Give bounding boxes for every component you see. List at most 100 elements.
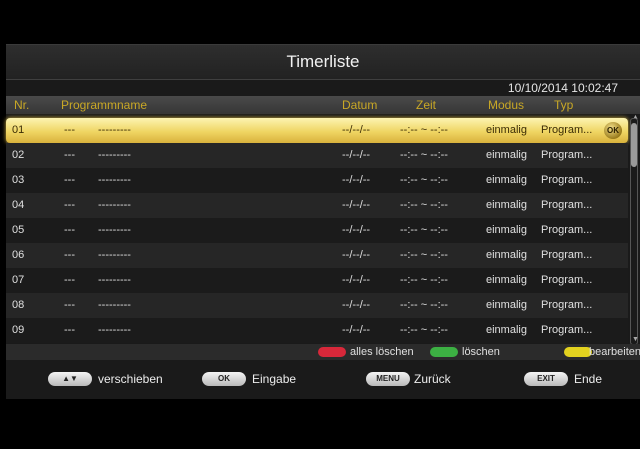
move-hint-label: verschieben [98, 372, 163, 386]
row-type: Program... [541, 124, 593, 136]
green-key-icon [430, 347, 458, 357]
row-nr: 08 [12, 299, 25, 311]
row-program-number: --- [64, 199, 75, 211]
row-mode: einmalig [486, 149, 527, 161]
column-header-zeit: Zeit [416, 98, 437, 112]
green-key-label[interactable]: löschen [462, 344, 500, 360]
scrollbar-thumb[interactable] [631, 123, 637, 167]
row-time: --:-- ~ --:-- [400, 299, 448, 311]
table-row[interactable]: 07 --- --------- --/--/-- --:-- ~ --:-- … [6, 268, 628, 293]
row-time: --:-- ~ --:-- [400, 274, 448, 286]
row-program-name: --------- [98, 149, 131, 161]
table-row[interactable]: 02 --- --------- --/--/-- --:-- ~ --:-- … [6, 143, 628, 168]
row-program-name: --------- [98, 324, 131, 336]
table-row[interactable]: 06 --- --------- --/--/-- --:-- ~ --:-- … [6, 243, 628, 268]
menu-key-icon: MENU [366, 372, 410, 386]
end-hint-label: Ende [574, 372, 603, 386]
page-title: Timerliste [6, 44, 640, 80]
row-mode: einmalig [486, 174, 527, 186]
row-time: --:-- ~ --:-- [400, 324, 448, 336]
table-row[interactable]: 04 --- --------- --/--/-- --:-- ~ --:-- … [6, 193, 628, 218]
row-mode: einmalig [486, 249, 527, 261]
row-time: --:-- ~ --:-- [400, 224, 448, 236]
row-time: --:-- ~ --:-- [400, 199, 448, 211]
timer-table: 01 --- --------- --/--/-- --:-- ~ --:-- … [6, 118, 628, 343]
row-time: --:-- ~ --:-- [400, 174, 448, 186]
row-mode: einmalig [486, 224, 527, 236]
row-date: --/--/-- [342, 299, 371, 311]
timer-list-screen: Timerliste 10/10/2014 10:02:47 Nr. Progr… [6, 44, 640, 399]
scrollbar[interactable] [630, 118, 638, 345]
row-time: --:-- ~ --:-- [400, 249, 448, 261]
back-hint-label: Zurück [414, 372, 451, 386]
row-nr: 02 [12, 149, 25, 161]
row-program-name: --------- [98, 299, 131, 311]
table-header: Nr. Programmname Datum Zeit Modus Typ [6, 96, 640, 114]
table-row[interactable]: 08 --- --------- --/--/-- --:-- ~ --:-- … [6, 293, 628, 318]
row-program-number: --- [64, 274, 75, 286]
row-time: --:-- ~ --:-- [400, 124, 448, 136]
column-header-typ: Typ [554, 98, 574, 112]
row-date: --/--/-- [342, 124, 371, 136]
row-mode: einmalig [486, 124, 527, 136]
row-time: --:-- ~ --:-- [400, 149, 448, 161]
row-nr: 07 [12, 274, 25, 286]
row-date: --/--/-- [342, 199, 371, 211]
row-type: Program... [541, 224, 593, 236]
yellow-key-icon [564, 347, 592, 357]
row-mode: einmalig [486, 324, 527, 336]
row-program-number: --- [64, 324, 75, 336]
row-type: Program... [541, 299, 593, 311]
row-mode: einmalig [486, 199, 527, 211]
table-row[interactable]: 05 --- --------- --/--/-- --:-- ~ --:-- … [6, 218, 628, 243]
row-type: Program... [541, 324, 593, 336]
row-type: Program... [541, 149, 593, 161]
row-type: Program... [541, 199, 593, 211]
row-program-name: --------- [98, 199, 131, 211]
row-mode: einmalig [486, 299, 527, 311]
scroll-down-arrow-icon[interactable]: ▼ [632, 336, 639, 343]
row-date: --/--/-- [342, 224, 371, 236]
row-type: Program... [541, 274, 593, 286]
row-nr: 01 [12, 124, 25, 136]
row-program-name: --------- [98, 274, 131, 286]
top-black-band [0, 0, 640, 44]
column-header-programmname: Programmname [61, 98, 148, 112]
row-mode: einmalig [486, 274, 527, 286]
red-key-icon [318, 347, 346, 357]
yellow-key-label[interactable]: bearbeiten [589, 344, 640, 360]
row-program-number: --- [64, 249, 75, 261]
color-key-legend: alles löschen löschen bearbeiten [6, 344, 640, 360]
column-header-nr: Nr. [14, 98, 30, 112]
row-nr: 06 [12, 249, 25, 261]
row-program-number: --- [64, 174, 75, 186]
exit-key-icon: EXIT [524, 372, 568, 386]
row-program-name: --------- [98, 224, 131, 236]
row-program-number: --- [64, 224, 75, 236]
row-date: --/--/-- [342, 174, 371, 186]
ok-button-icon[interactable]: OK [604, 122, 622, 139]
row-nr: 09 [12, 324, 25, 336]
red-key-label[interactable]: alles löschen [350, 344, 414, 360]
table-row[interactable]: 01 --- --------- --/--/-- --:-- ~ --:-- … [6, 118, 628, 143]
row-nr: 05 [12, 224, 25, 236]
row-date: --/--/-- [342, 249, 371, 261]
row-program-number: --- [64, 124, 75, 136]
row-nr: 03 [12, 174, 25, 186]
table-row[interactable]: 09 --- --------- --/--/-- --:-- ~ --:-- … [6, 318, 628, 343]
row-program-name: --------- [98, 124, 131, 136]
column-header-datum: Datum [342, 98, 378, 112]
enter-hint-label: Eingabe [252, 372, 297, 386]
row-date: --/--/-- [342, 324, 371, 336]
table-row[interactable]: 03 --- --------- --/--/-- --:-- ~ --:-- … [6, 168, 628, 193]
row-program-number: --- [64, 299, 75, 311]
row-type: Program... [541, 249, 593, 261]
row-date: --/--/-- [342, 149, 371, 161]
ok-key-icon: OK [202, 372, 246, 386]
column-header-modus: Modus [488, 98, 525, 112]
up-down-keys-icon: ▲▼ [48, 372, 92, 386]
row-nr: 04 [12, 199, 25, 211]
navigation-hints: ▲▼ verschieben OK Eingabe MENU Zurück EX… [6, 364, 640, 394]
current-datetime: 10/10/2014 10:02:47 [507, 81, 618, 95]
row-program-name: --------- [98, 249, 131, 261]
